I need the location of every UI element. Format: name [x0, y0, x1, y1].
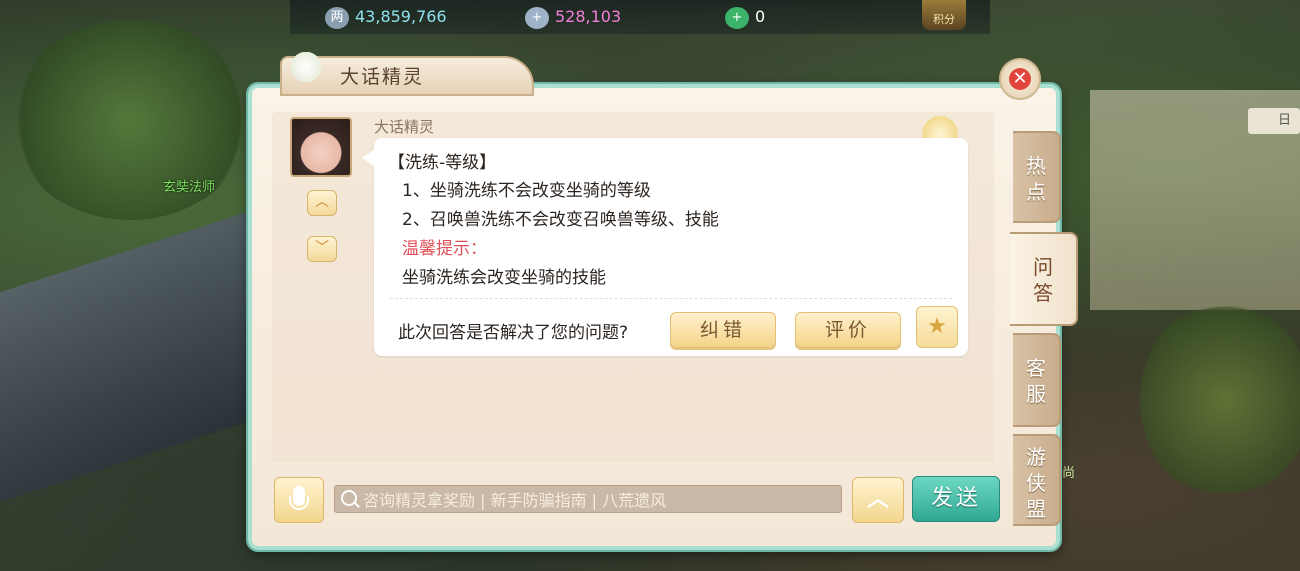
close-button[interactable]: ✕: [999, 58, 1041, 100]
silver-ingot-icon: +: [525, 6, 549, 29]
question-input[interactable]: [361, 486, 835, 514]
tab-label: 客服: [1026, 356, 1046, 406]
tab-qa[interactable]: 问答: [1010, 232, 1078, 326]
tab-customer-service[interactable]: 客服: [1013, 333, 1061, 427]
tip-text: 坐骑洗练会改变坐骑的技能: [402, 268, 606, 288]
close-icon: ✕: [1009, 68, 1031, 90]
tip-label: 温馨提示：: [402, 239, 487, 259]
tab-hot[interactable]: 热点: [1013, 131, 1061, 223]
tab-youxiameng[interactable]: 游侠盟: [1013, 434, 1061, 526]
thumbs-up-icon: ★: [927, 314, 947, 339]
jade-currency[interactable]: +0: [725, 6, 766, 29]
dialog-title: 大话精灵: [340, 66, 425, 88]
npc-name-partial: 尚: [1062, 466, 1076, 481]
message-item: 1、坐骑洗练不会改变坐骑的等级: [402, 181, 651, 201]
expand-button[interactable]: ︿: [852, 477, 904, 523]
feedback-question: 此次回答是否解决了您的问题?: [398, 323, 629, 343]
message-bubble: 【洗练-等级】 1、坐骑洗练不会改变坐骑的等级 2、召唤兽洗练不会改变召唤兽等级…: [362, 138, 968, 356]
message-heading: 【洗练-等级】: [388, 153, 497, 173]
silver-currency[interactable]: 两 43,859,766: [325, 6, 447, 29]
like-button[interactable]: ★: [916, 306, 958, 348]
jade-icon: +: [725, 6, 749, 29]
scroll-down-button[interactable]: ﹀: [307, 236, 337, 262]
voice-button[interactable]: [274, 477, 324, 523]
send-button[interactable]: 发送: [912, 476, 1000, 522]
divider: [390, 298, 952, 299]
sign-label: 日: [1248, 108, 1300, 134]
avatar: [290, 117, 352, 177]
silver-amount: 43,859,766: [355, 7, 447, 26]
speaker-name: 大话精灵: [374, 118, 435, 136]
ingot-amount: 528,103: [555, 7, 622, 26]
lotus-icon: [286, 52, 326, 82]
correct-error-button[interactable]: 纠错: [670, 312, 776, 348]
silver-coin-icon: 两: [325, 6, 349, 29]
search-icon: [341, 490, 357, 506]
tree-decoration: [1140, 300, 1300, 500]
tab-label: 热点: [1026, 154, 1046, 204]
tab-label: 问答: [1033, 255, 1053, 305]
jade-amount: 0: [755, 7, 766, 26]
rate-button[interactable]: 评价: [795, 312, 901, 348]
tab-label: 游侠盟: [1026, 445, 1046, 521]
currency-bar: 两 43,859,766 +528,103 +0 积分: [290, 0, 990, 34]
score-badge[interactable]: 积分: [922, 0, 966, 30]
message-item: 2、召唤兽洗练不会改变召唤兽等级、技能: [402, 210, 719, 230]
scroll-up-button[interactable]: ︿: [307, 190, 337, 216]
chevron-up-icon: ︿: [315, 194, 329, 210]
chevron-down-icon: ﹀: [315, 240, 329, 256]
chevron-up-icon: ︿: [866, 487, 889, 512]
roof-decoration: [0, 207, 260, 503]
question-input-wrap: [334, 485, 842, 514]
microphone-stand: [289, 496, 309, 510]
npc-name-label[interactable]: 玄奘法师: [163, 176, 215, 195]
ingot-currency[interactable]: +528,103: [525, 6, 622, 29]
